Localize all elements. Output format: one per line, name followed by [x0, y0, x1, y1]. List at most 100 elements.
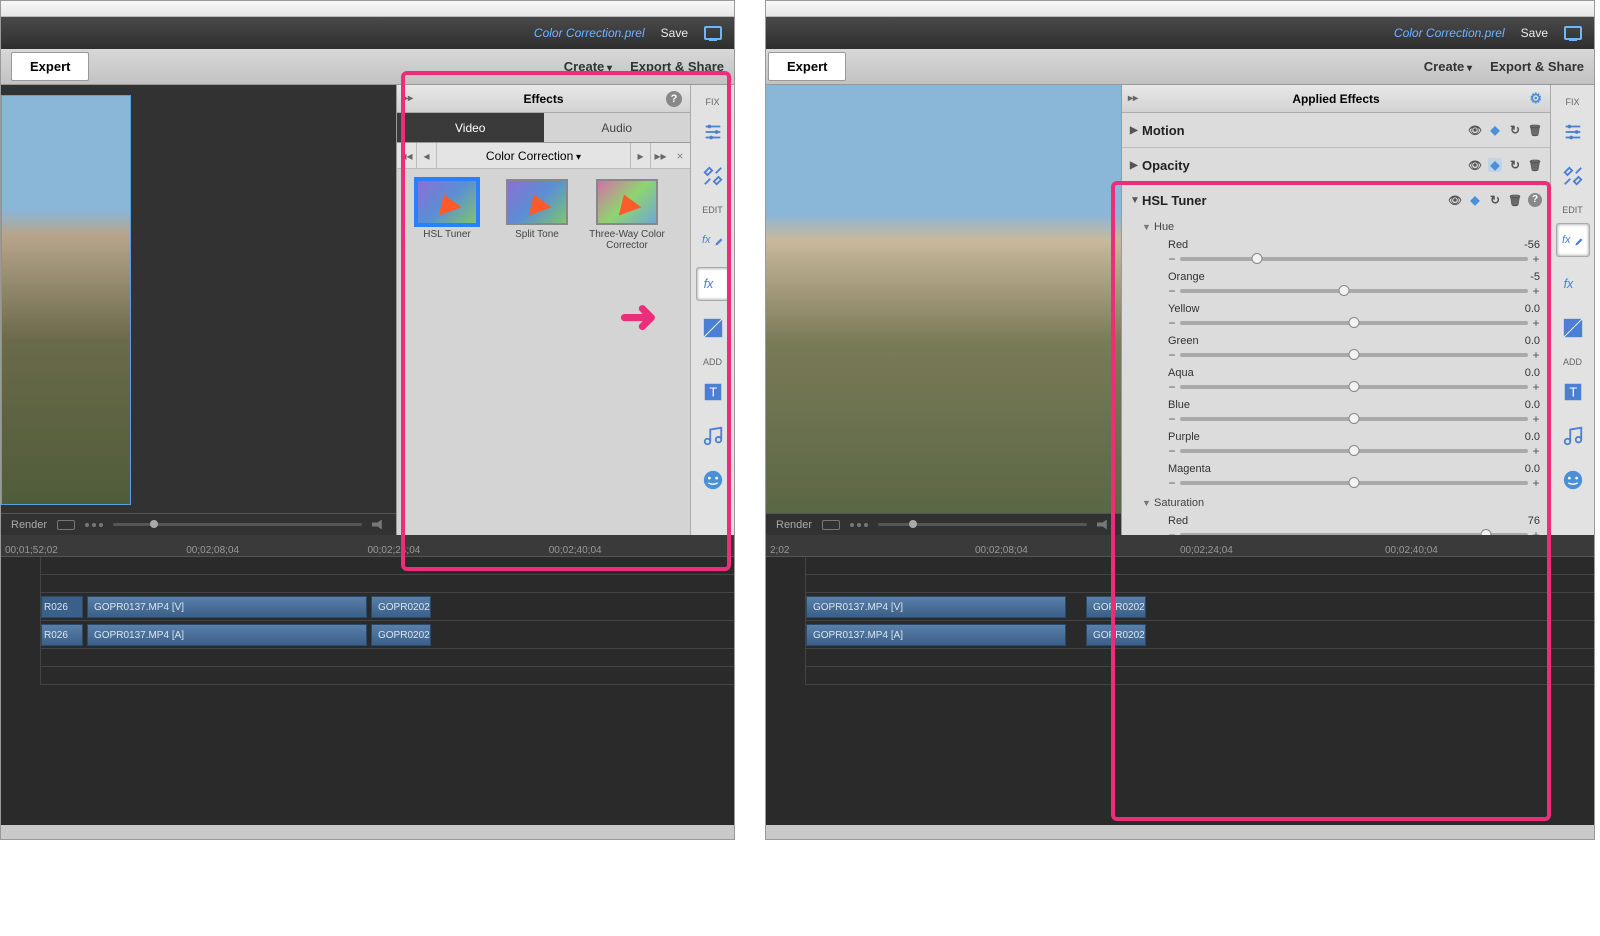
help-icon[interactable]: ? [1528, 193, 1542, 207]
clip-prev-audio[interactable]: R026 [41, 624, 83, 646]
slider-value[interactable]: 0.0 [1525, 463, 1540, 475]
category-next-icon[interactable]: ▸ [630, 143, 650, 168]
slider-track[interactable] [1180, 257, 1528, 261]
transitions-button[interactable] [696, 311, 730, 345]
fullscreen-icon[interactable] [704, 26, 722, 40]
graphics-button[interactable] [696, 463, 730, 497]
decrement-button[interactable]: − [1168, 284, 1176, 298]
applied-effects-scroll[interactable]: ▶ Motion ◆ ▶ [1122, 113, 1550, 535]
frame-back-icon[interactable] [822, 520, 840, 530]
decrement-button[interactable]: − [1168, 444, 1176, 458]
time-ruler[interactable]: 00;01;52;02 00;02;08;04 00;02;24;04 00;0… [1, 535, 734, 557]
effect-three-way-color-corrector[interactable]: Three-Way Color Corrector [587, 179, 667, 251]
increment-button[interactable]: + [1532, 444, 1540, 458]
play-slider[interactable] [113, 523, 362, 526]
titles-button[interactable]: T [696, 375, 730, 409]
fullscreen-icon[interactable] [1564, 26, 1582, 40]
category-first-icon[interactable]: ◂◂ [397, 143, 417, 168]
music-button[interactable] [1556, 419, 1590, 453]
slider-value[interactable]: 0.0 [1525, 303, 1540, 315]
increment-button[interactable]: + [1532, 284, 1540, 298]
slider-value[interactable]: 0.0 [1525, 431, 1540, 443]
volume-icon[interactable] [372, 520, 386, 530]
tools-button[interactable] [696, 159, 730, 193]
decrement-button[interactable]: − [1168, 380, 1176, 394]
timeline[interactable]: 00;01;52;02 00;02;08;04 00;02;24;04 00;0… [1, 535, 734, 825]
fx-edit-button[interactable]: fx [696, 223, 730, 257]
tab-audio[interactable]: Audio [544, 113, 691, 143]
preview-frame[interactable] [1, 95, 131, 505]
render-button[interactable]: Render [776, 519, 812, 531]
frame-back-icon[interactable] [57, 520, 75, 530]
decrement-button[interactable]: − [1168, 316, 1176, 330]
slider-track[interactable] [1180, 289, 1528, 293]
group-saturation[interactable]: ▼ Saturation [1142, 493, 1550, 513]
slider-track[interactable] [1180, 481, 1528, 485]
increment-button[interactable]: + [1532, 528, 1540, 535]
menu-export-share[interactable]: Export & Share [630, 59, 724, 74]
category-last-icon[interactable]: ▸▸ [650, 143, 670, 168]
slider-value[interactable]: -5 [1530, 271, 1540, 283]
fx-edit-button[interactable]: fx [1556, 223, 1590, 257]
slider-value[interactable]: 0.0 [1525, 399, 1540, 411]
slider-track[interactable] [1180, 417, 1528, 421]
time-ruler[interactable]: 2;02 00;02;08;04 00;02;24;04 00;02;40;04 [766, 535, 1594, 557]
adjust-button[interactable] [696, 115, 730, 149]
keyframes-icon[interactable]: ◆ [1488, 158, 1502, 172]
reset-icon[interactable] [1508, 123, 1522, 137]
increment-button[interactable]: + [1532, 252, 1540, 266]
decrement-button[interactable]: − [1168, 528, 1176, 535]
section-hsl-tuner[interactable]: ▼ HSL Tuner ◆ ? [1122, 183, 1550, 217]
increment-button[interactable]: + [1532, 412, 1540, 426]
menu-create[interactable]: Create [564, 59, 612, 74]
tab-video[interactable]: Video [397, 113, 544, 143]
music-button[interactable] [696, 419, 730, 453]
volume-icon[interactable] [1097, 520, 1111, 530]
trash-icon[interactable] [1528, 158, 1542, 172]
mode-expert-button[interactable]: Expert [11, 52, 89, 81]
clip-next-audio[interactable]: GOPR0202 [371, 624, 431, 646]
clip-next-video[interactable]: GOPR0202 [1086, 596, 1146, 618]
reset-icon[interactable] [1488, 193, 1502, 207]
decrement-button[interactable]: − [1168, 476, 1176, 490]
fx-browser-button[interactable]: fx [696, 267, 730, 301]
slider-value[interactable]: 76 [1528, 515, 1540, 527]
section-motion[interactable]: ▶ Motion ◆ [1122, 113, 1550, 147]
collapse-icon[interactable]: ▸▸ [403, 93, 413, 104]
slider-value[interactable]: 0.0 [1525, 335, 1540, 347]
trash-icon[interactable] [1508, 193, 1522, 207]
clip-next-video[interactable]: GOPR0202 [371, 596, 431, 618]
play-slider[interactable] [878, 523, 1087, 526]
reset-icon[interactable] [1508, 158, 1522, 172]
decrement-button[interactable]: − [1168, 252, 1176, 266]
visibility-icon[interactable] [1468, 158, 1482, 172]
slider-track[interactable] [1180, 353, 1528, 357]
keyframes-icon[interactable]: ◆ [1468, 193, 1482, 207]
slider-track[interactable] [1180, 321, 1528, 325]
increment-button[interactable]: + [1532, 348, 1540, 362]
trash-icon[interactable] [1528, 123, 1542, 137]
help-icon[interactable]: ? [666, 91, 682, 107]
visibility-icon[interactable] [1448, 193, 1462, 207]
visibility-icon[interactable] [1468, 123, 1482, 137]
increment-button[interactable]: + [1532, 380, 1540, 394]
increment-button[interactable]: + [1532, 316, 1540, 330]
tracks[interactable]: GOPR0137.MP4 [V] GOPR0202 GOPR0137.MP4 [… [806, 557, 1594, 685]
clip-main-video[interactable]: GOPR0137.MP4 [V] [806, 596, 1066, 618]
category-dropdown[interactable]: Color Correction [437, 149, 630, 163]
save-button[interactable]: Save [661, 26, 688, 40]
increment-button[interactable]: + [1532, 476, 1540, 490]
tools-button[interactable] [1556, 159, 1590, 193]
tracks[interactable]: R026 GOPR0137.MP4 [V] GOPR0202 R026 GOPR… [41, 557, 734, 685]
clip-prev-video[interactable]: R026 [41, 596, 83, 618]
slider-track[interactable] [1180, 449, 1528, 453]
section-opacity[interactable]: ▶ Opacity ◆ [1122, 148, 1550, 182]
timeline[interactable]: 2;02 00;02;08;04 00;02;24;04 00;02;40;04… [766, 535, 1594, 825]
effect-split-tone[interactable]: Split Tone [497, 179, 577, 251]
category-prev-icon[interactable]: ◂ [417, 143, 437, 168]
graphics-button[interactable] [1556, 463, 1590, 497]
menu-create[interactable]: Create [1424, 59, 1472, 74]
preview-frame[interactable] [766, 85, 1121, 515]
transport-controls[interactable] [85, 523, 103, 527]
mode-expert-button[interactable]: Expert [768, 52, 846, 81]
